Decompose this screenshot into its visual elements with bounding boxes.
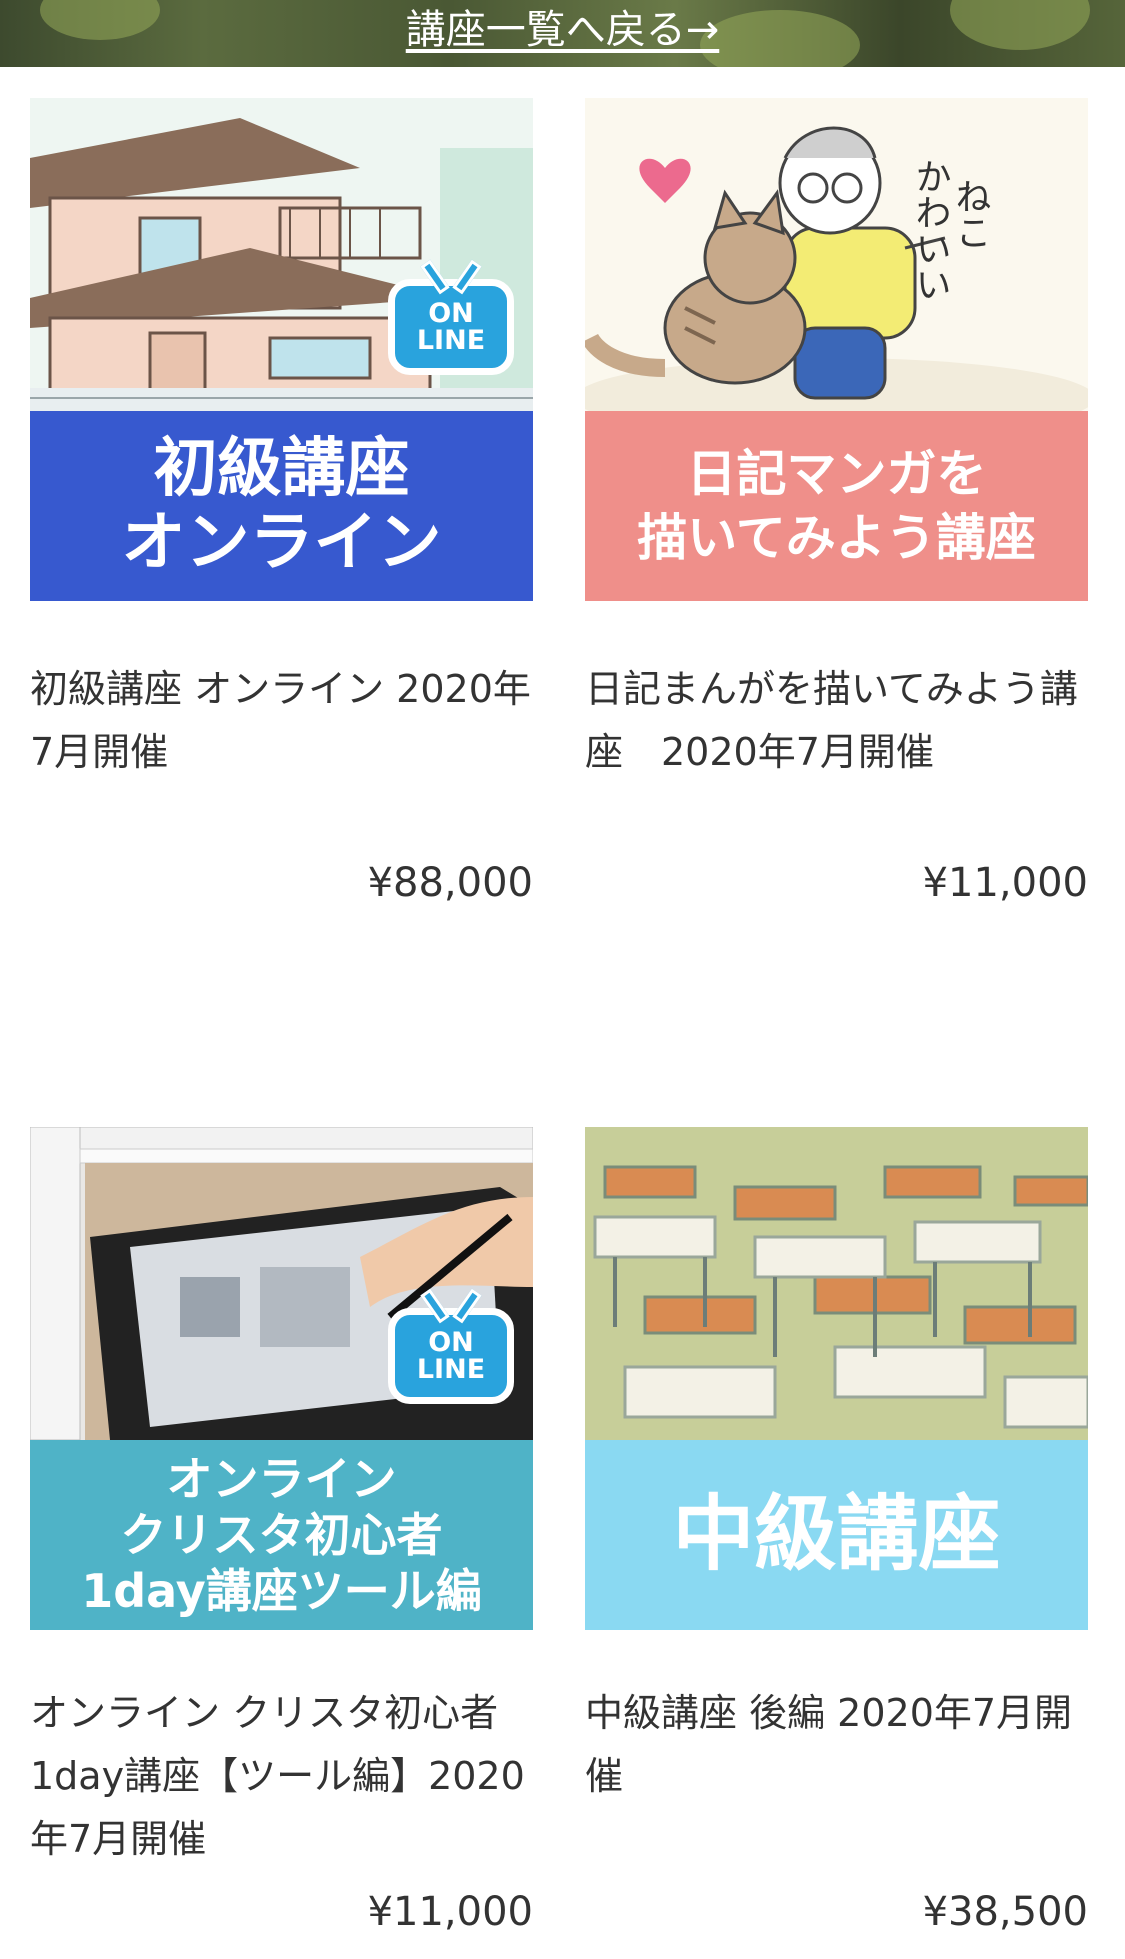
classroom-desks-illustration [585,1127,1088,1440]
banner-line: 初級講座 [153,432,410,506]
banner-line: 日記マンガを [686,445,987,503]
product-banner: 日記マンガを 描いてみよう講座 [585,411,1088,601]
product-card[interactable]: ON LINE オンライン クリスタ初心者 1day講座ツール編 オンライン ク… [30,1127,533,1947]
back-to-course-list-link[interactable]: 講座一覧へ戻る→ [0,2,1125,58]
product-card[interactable]: ON LINE 初級講座 オンライン 初級講座 オンライン 2020年7月開催 … [30,98,533,918]
online-tv-badge-icon: ON LINE [388,1308,514,1404]
product-title[interactable]: オンライン クリスタ初心者1day講座【ツール編】2020年7月開催 [30,1682,533,1871]
badge-line-text: LINE [416,1354,486,1385]
product-banner: オンライン クリスタ初心者 1day講座ツール編 [30,1440,533,1630]
banner-line: オンライン [166,1452,397,1506]
product-banner: 初級講座 オンライン [30,411,533,601]
badge-on-text: ON [428,298,474,329]
product-card[interactable]: ねこ かわいい 日記マンガを 描いてみよう講座 日記まんがを描いてみよう講座 2… [585,98,1088,918]
badge-on-text: ON [428,1327,474,1358]
product-title[interactable]: 初級講座 オンライン 2020年7月開催 [30,658,533,784]
product-thumbnail[interactable]: ON LINE 初級講座 オンライン [30,98,533,601]
badge-line-text: LINE [416,325,486,356]
product-price: ¥38,500 [922,1889,1088,1935]
banner-line: 1day講座ツール編 [81,1564,482,1618]
product-card[interactable]: 中級講座 中級講座 後編 2020年7月開催 ¥38,500 [585,1127,1088,1947]
banner-line: 描いてみよう講座 [637,509,1036,567]
banner-line: 中級講座 [672,1487,1001,1582]
product-price: ¥88,000 [367,860,533,906]
banner-line: オンライン [121,506,442,580]
product-thumbnail[interactable]: 中級講座 [585,1127,1088,1630]
product-title[interactable]: 中級講座 後編 2020年7月開催 [585,1682,1088,1808]
art-caption: かわいい [910,158,951,302]
product-price: ¥11,000 [367,1889,533,1935]
product-price: ¥11,000 [922,860,1088,906]
banner-line: クリスタ初心者 [120,1508,443,1562]
cat-and-person-illustration: ねこ かわいい [585,98,1088,411]
online-tv-badge-icon: ON LINE [388,279,514,375]
product-banner: 中級講座 [585,1440,1088,1630]
product-title[interactable]: 日記まんがを描いてみよう講座 2020年7月開催 [585,658,1088,784]
product-thumbnail[interactable]: ON LINE オンライン クリスタ初心者 1day講座ツール編 [30,1127,533,1630]
product-thumbnail[interactable]: ねこ かわいい 日記マンガを 描いてみよう講座 [585,98,1088,601]
header-bar: 講座一覧へ戻る→ [0,0,1125,67]
art-caption: ねこ [950,178,991,250]
